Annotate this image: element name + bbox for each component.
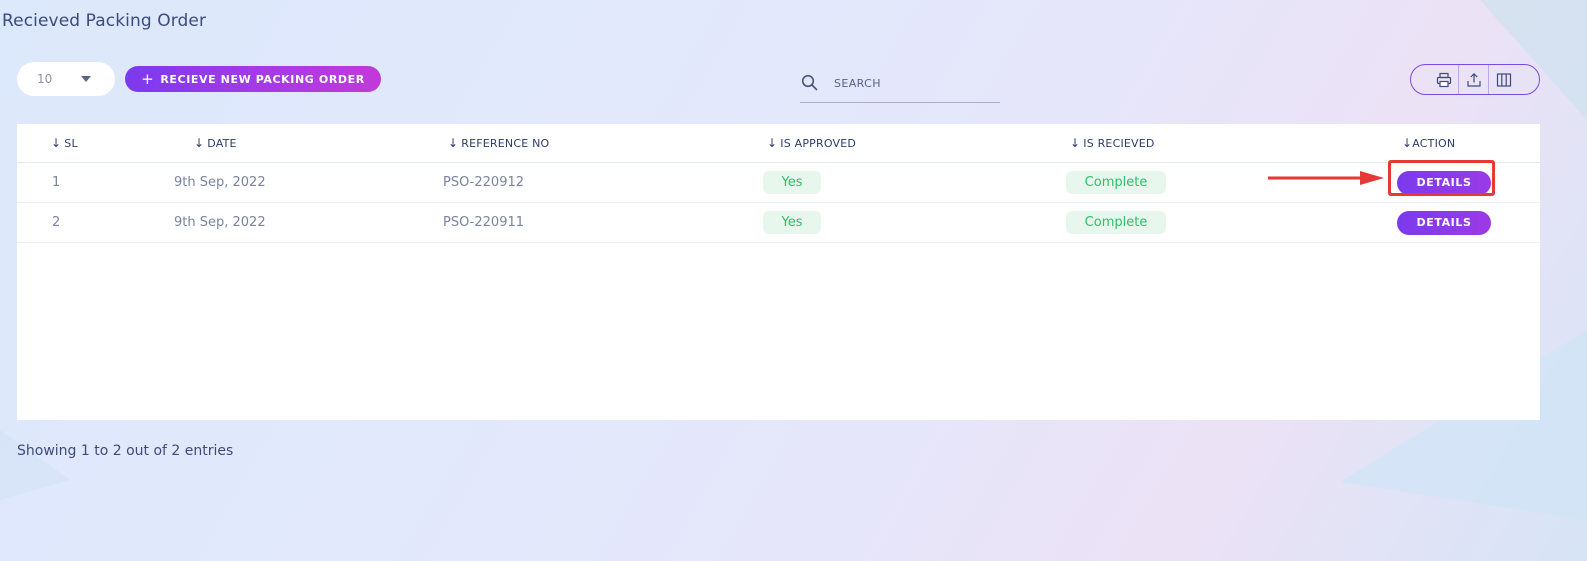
column-header-date[interactable]: ↓ DATE (173, 124, 443, 163)
recieve-new-packing-order-button[interactable]: + RECIEVE NEW PACKING ORDER (125, 66, 381, 92)
received-badge: Complete (1066, 171, 1166, 194)
pagination-info: Showing 1 to 2 out of 2 entries (17, 443, 234, 459)
approved-badge: Yes (763, 211, 821, 234)
cell-sl: 1 (17, 162, 173, 203)
search-icon (801, 74, 818, 91)
cell-sl: 2 (17, 202, 173, 243)
print-button[interactable] (1429, 65, 1458, 94)
cell-date: 9th Sep, 2022 (173, 202, 443, 243)
approved-badge: Yes (763, 171, 821, 194)
annotation-arrow-icon (1268, 171, 1384, 185)
sort-arrow-icon: ↓ (448, 136, 459, 150)
cell-reference: PSO-220912 (443, 162, 763, 203)
table-tools (1410, 64, 1540, 95)
export-icon (1466, 72, 1481, 87)
annotation-highlight-box (1388, 160, 1495, 196)
new-button-label: RECIEVE NEW PACKING ORDER (160, 72, 365, 86)
received-badge: Complete (1066, 211, 1166, 234)
export-button[interactable] (1458, 65, 1488, 94)
page-size-select[interactable]: 10 (17, 62, 115, 96)
column-header-reference[interactable]: ↓ REFERENCE NO (443, 124, 763, 163)
sort-arrow-icon: ↓ (51, 136, 62, 150)
cell-date: 9th Sep, 2022 (173, 162, 443, 203)
packing-order-table-card: ↓ SL ↓ DATE ↓ REFERENCE NO ↓ IS APPROVED ↓ IS… (17, 124, 1540, 420)
column-header-approved[interactable]: ↓ IS APPROVED (763, 124, 1066, 163)
column-header-received[interactable]: ↓ IS RECIEVED (1066, 124, 1397, 163)
sort-arrow-icon: ↓ (1402, 136, 1413, 150)
details-button[interactable]: DETAILS (1397, 210, 1491, 235)
page-size-value: 10 (37, 72, 53, 86)
column-header-sl[interactable]: ↓ SL (17, 124, 173, 163)
table-header-row: ↓ SL ↓ DATE ↓ REFERENCE NO ↓ IS APPROVED ↓ IS… (17, 124, 1540, 163)
printer-icon (1436, 72, 1451, 87)
plus-icon: + (141, 69, 155, 88)
sort-arrow-icon: ↓ (1070, 136, 1081, 150)
sort-arrow-icon: ↓ (767, 136, 778, 150)
search-box (800, 68, 1000, 103)
cell-reference: PSO-220911 (443, 202, 763, 243)
table-row: 2 9th Sep, 2022 PSO-220911 Yes Complete … (17, 202, 1540, 243)
sort-arrow-icon: ↓ (194, 136, 205, 150)
page-title: Recieved Packing Order (2, 11, 207, 31)
column-header-action[interactable]: ↓ACTION (1397, 124, 1540, 163)
chevron-down-icon (81, 76, 91, 82)
columns-icon (1496, 72, 1511, 87)
columns-button[interactable] (1488, 65, 1518, 94)
search-input[interactable] (832, 73, 996, 93)
